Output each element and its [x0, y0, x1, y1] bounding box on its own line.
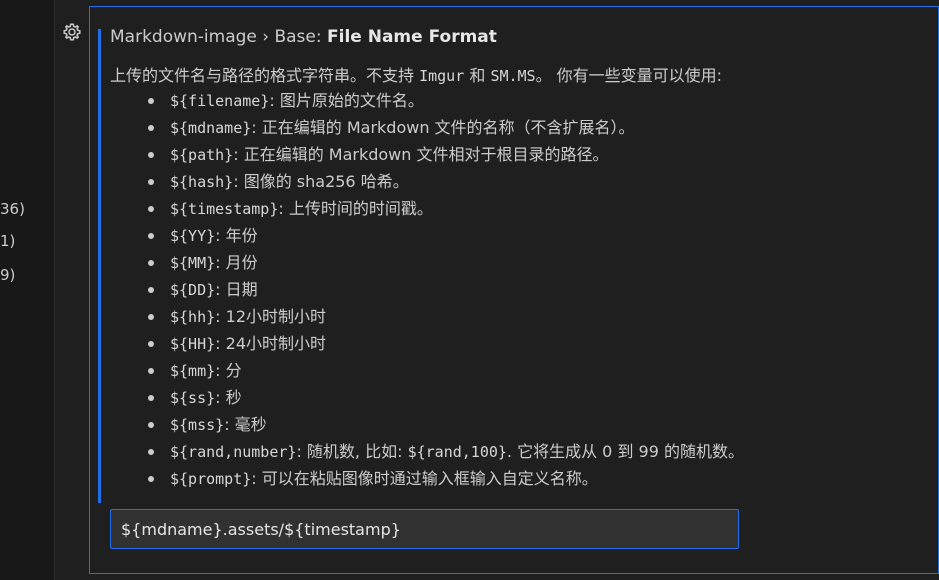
- left-count-2: 1): [0, 232, 16, 250]
- list-item: ${ss}: 秒: [110, 384, 744, 411]
- list-item: ${hh}: 12小时制小时: [110, 303, 744, 330]
- setting-title: Markdown-image › Base: File Name Format: [110, 27, 497, 47]
- left-count-3: 9): [0, 266, 16, 284]
- setting-name: File Name Format: [327, 27, 497, 47]
- desc-text-3: 。 你有一些变量可以使用:: [535, 66, 723, 85]
- list-item: ${mm}: 分: [110, 357, 744, 384]
- list-item: ${timestamp}: 上传时间的时间戳。: [110, 195, 744, 222]
- variable-list: ${filename}: 图片原始的文件名。 ${mdname}: 正在编辑的 …: [110, 87, 744, 492]
- setting-breadcrumb: Markdown-image › Base:: [110, 27, 328, 47]
- setting-description: 上传的文件名与路径的格式字符串。不支持 Imgur 和 SM.MS。 你有一些变…: [110, 62, 722, 86]
- left-panel: 36) 1) 9): [0, 0, 55, 580]
- list-item: ${YY}: 年份: [110, 222, 744, 249]
- setting-item-file-name-format: Markdown-image › Base: File Name Format …: [89, 6, 939, 574]
- list-item: ${mdname}: 正在编辑的 Markdown 文件的名称（不含扩展名）。: [110, 114, 744, 141]
- code-smms: SM.MS: [490, 67, 536, 85]
- gear-icon[interactable]: [62, 22, 82, 42]
- list-item: ${filename}: 图片原始的文件名。: [110, 87, 744, 114]
- desc-text-2: 和: [464, 66, 491, 85]
- list-item: ${rand,number}: 随机数, 比如: ${rand,100}. 它将…: [110, 438, 744, 465]
- left-count-1: 36): [0, 200, 25, 218]
- list-item: ${prompt}: 可以在粘贴图像时通过输入框输入自定义名称。: [110, 465, 744, 492]
- code-imgur: Imgur: [419, 67, 465, 85]
- desc-text-1: 上传的文件名与路径的格式字符串。不支持: [110, 66, 420, 85]
- file-name-format-input[interactable]: [110, 509, 739, 549]
- list-item: ${mss}: 毫秒: [110, 411, 744, 438]
- list-item: ${DD}: 日期: [110, 276, 744, 303]
- list-item: ${MM}: 月份: [110, 249, 744, 276]
- modified-indicator: [98, 29, 101, 503]
- list-item: ${path}: 正在编辑的 Markdown 文件相对于根目录的路径。: [110, 141, 744, 168]
- list-item: ${HH}: 24小时制小时: [110, 330, 744, 357]
- list-item: ${hash}: 图像的 sha256 哈希。: [110, 168, 744, 195]
